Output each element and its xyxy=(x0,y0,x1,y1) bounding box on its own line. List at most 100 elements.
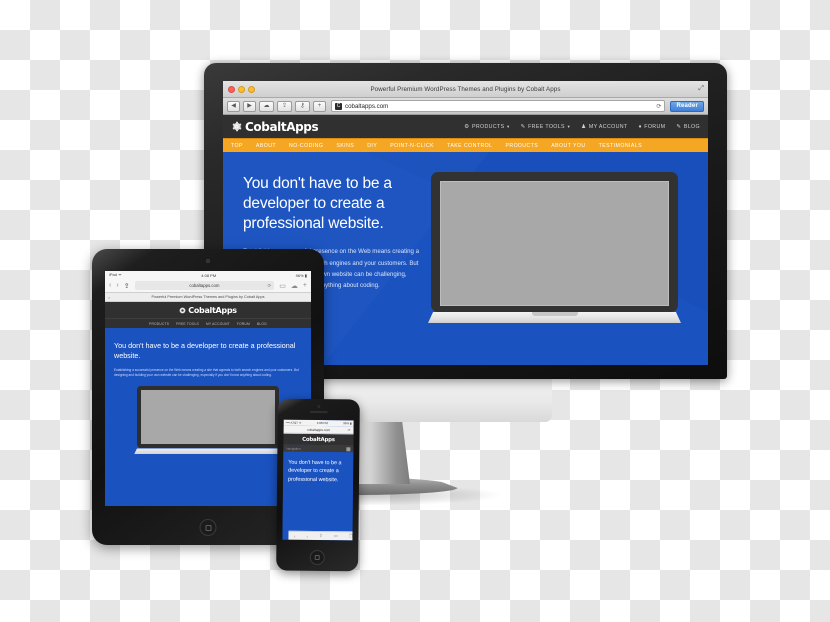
forward-button[interactable]: ▶ xyxy=(243,100,256,112)
back-icon[interactable]: ‹ xyxy=(109,282,111,289)
wrench-icon: ✎ xyxy=(520,123,526,130)
tablet-site-logo[interactable]: CobaltApps xyxy=(179,305,237,315)
phone-address-bar[interactable]: cobaltapps.com ⟳ xyxy=(283,425,354,435)
sub-nav-item-diy[interactable]: DIY xyxy=(367,143,377,149)
chevron-down-icon: ▾ xyxy=(567,123,571,129)
home-square-icon xyxy=(205,524,211,531)
sub-nav-item-take-control[interactable]: TAKE CONTROL xyxy=(447,143,492,149)
phone-site-logo-text[interactable]: CobaltApps xyxy=(302,436,335,442)
top-nav-label: FREE TOOLS xyxy=(528,123,565,130)
tablet-status-time: 4:08 PM xyxy=(201,272,217,278)
phone-screen: •••• AT&T ᯤ 4:08 PM 96% ▮ cobaltapps.com… xyxy=(282,419,354,541)
tablet-hero-paragraph: Establishing a successful presence on th… xyxy=(114,367,299,378)
share-icon[interactable]: ⇪ xyxy=(319,533,323,539)
phone-speaker-icon xyxy=(309,410,328,414)
hero-heading: You don't have to be a developer to crea… xyxy=(243,175,392,232)
sub-nav-item-skins[interactable]: SKINS xyxy=(336,143,354,149)
top-nav-label: MY ACCOUNT xyxy=(588,123,628,130)
phone-browser-toolbar: ‹ › ⇪ ▭ ❐ xyxy=(288,530,354,541)
site-logo-text: CobaltApps xyxy=(245,119,319,134)
phone-hero-heading: You don't have to be a developer to crea… xyxy=(288,459,342,483)
tablet-nav-item-blog[interactable]: BLOG xyxy=(257,322,267,326)
sub-nav-item-testimonials[interactable]: TESTIMONIALS xyxy=(599,143,642,149)
tablet-site-logo-text: CobaltApps xyxy=(188,305,237,315)
tablet-laptop-base xyxy=(134,448,282,455)
browser-titlebar: Powerful Premium WordPress Themes and Pl… xyxy=(223,81,708,98)
forward-icon[interactable]: › xyxy=(306,533,308,538)
sub-nav-item-no-coding[interactable]: NO-CODING xyxy=(289,143,323,149)
menu-icon[interactable] xyxy=(346,446,351,451)
phone-camera-icon xyxy=(317,404,321,409)
reader-button[interactable]: Reader xyxy=(670,100,704,112)
user-icon: ♟ xyxy=(581,123,587,130)
forward-icon[interactable]: › xyxy=(116,282,118,289)
top-nav-item-blog[interactable]: ✎ BLOG xyxy=(676,124,700,130)
chevron-down-icon: ▾ xyxy=(507,123,510,129)
close-tab-icon[interactable]: × xyxy=(108,295,110,300)
tablet-nav-item-free-tools[interactable]: FREE TOOLS xyxy=(176,322,199,326)
laptop-base xyxy=(428,312,681,323)
tablet-hero-laptop-illustration xyxy=(134,386,282,455)
new-tab-button[interactable]: + xyxy=(313,100,326,112)
tablet-hero-heading: You don't have to be a developer to crea… xyxy=(114,341,296,361)
top-nav-item-products[interactable]: ⚙ PRODUCTS ▾ xyxy=(464,124,509,130)
tablet-nav-item-products[interactable]: PRODUCTS xyxy=(149,322,169,326)
tablet-address-bar[interactable]: cobaltapps.com ⟳ xyxy=(134,281,275,290)
bookmarks-icon[interactable]: ▭ xyxy=(279,282,286,290)
group-icon: ♦ xyxy=(638,123,642,130)
gear-icon xyxy=(232,121,242,132)
tablet-tab-title[interactable]: Powerful Premium WordPress Themes and Pl… xyxy=(152,295,265,299)
tabs-icon[interactable]: ❐ xyxy=(349,533,353,539)
reload-icon[interactable]: ⟳ xyxy=(348,428,351,432)
sub-nav-item-about-you[interactable]: ABOUT YOU xyxy=(551,143,585,149)
address-bar-value: cobaltapps.com xyxy=(345,102,389,110)
top-nav-item-forum[interactable]: ♦ FORUM xyxy=(639,124,666,130)
phone-nav-label: Navigation xyxy=(286,446,301,451)
tablet-camera-icon xyxy=(206,259,210,263)
tablet-nav-item-forum[interactable]: FORUM xyxy=(237,322,250,326)
tablet-address-bar-value: cobaltapps.com xyxy=(189,283,220,288)
resize-handle-icon[interactable]: ⤢ xyxy=(698,85,704,93)
phone-address-bar-value: cobaltapps.com xyxy=(307,427,331,432)
laptop-trackpad-notch xyxy=(531,312,578,316)
top-nav-label: BLOG xyxy=(683,123,700,130)
tablet-browser-toolbar: ‹ › ⇪ cobaltapps.com ⟳ ▭ ☁ + xyxy=(105,279,311,293)
back-button[interactable]: ◀ xyxy=(227,100,240,112)
reload-icon[interactable]: ⟳ xyxy=(656,103,661,110)
share-icon[interactable]: ⇪ xyxy=(124,282,130,290)
top-nav-item-my-account[interactable]: ♟ MY ACCOUNT xyxy=(581,124,628,130)
share-icon[interactable]: ⇪ xyxy=(277,100,292,112)
pencil-icon: ✎ xyxy=(676,123,682,130)
tablet-nav-item-my-account[interactable]: MY ACCOUNT xyxy=(206,322,230,326)
bookmarks-icon[interactable]: ▭ xyxy=(334,533,338,539)
favicon: C xyxy=(335,102,342,110)
hero-laptop-illustration xyxy=(428,172,681,323)
tablet-site-header: CobaltApps xyxy=(105,302,311,318)
tablet-home-button[interactable] xyxy=(199,519,217,536)
phone-device: •••• AT&T ᯤ 4:08 PM 96% ▮ cobaltapps.com… xyxy=(276,398,360,572)
tablet-status-right: 96% ▮ xyxy=(295,272,307,278)
tablet-site-nav: PRODUCTS FREE TOOLS MY ACCOUNT FORUM BLO… xyxy=(105,318,311,328)
top-nav-label: PRODUCTS xyxy=(471,123,505,130)
laptop-lid xyxy=(431,172,678,312)
top-nav-item-free-tools[interactable]: ✎ FREE TOOLS ▾ xyxy=(521,124,570,130)
mockup-stage: Powerful Premium WordPress Themes and Pl… xyxy=(0,0,830,622)
address-bar[interactable]: C cobaltapps.com ⟳ xyxy=(331,100,666,112)
icloud-tabs-icon[interactable]: ☁ xyxy=(259,100,274,112)
gear-icon: ⚙ xyxy=(464,123,470,130)
home-square-icon xyxy=(314,554,320,561)
tools-icon[interactable]: ⚷ xyxy=(295,100,310,112)
site-logo[interactable]: CobaltApps xyxy=(231,119,319,134)
back-icon[interactable]: ‹ xyxy=(294,533,296,538)
phone-status-left: •••• AT&T ᯤ xyxy=(285,420,302,425)
tablet-laptop-lid xyxy=(137,386,279,449)
icloud-tabs-icon[interactable]: ☁ xyxy=(291,282,298,290)
sub-nav-item-point-n-click[interactable]: POINT-N-CLICK xyxy=(390,143,434,149)
laptop-screen-placeholder xyxy=(440,181,669,306)
sub-nav-item-products[interactable]: PRODUCTS xyxy=(505,143,538,149)
sub-nav-item-top[interactable]: TOP xyxy=(231,143,243,149)
sub-nav-item-about[interactable]: ABOUT xyxy=(256,143,276,149)
phone-home-button[interactable] xyxy=(309,549,325,566)
new-tab-icon[interactable]: + xyxy=(303,282,307,289)
reload-icon[interactable]: ⟳ xyxy=(268,283,272,289)
